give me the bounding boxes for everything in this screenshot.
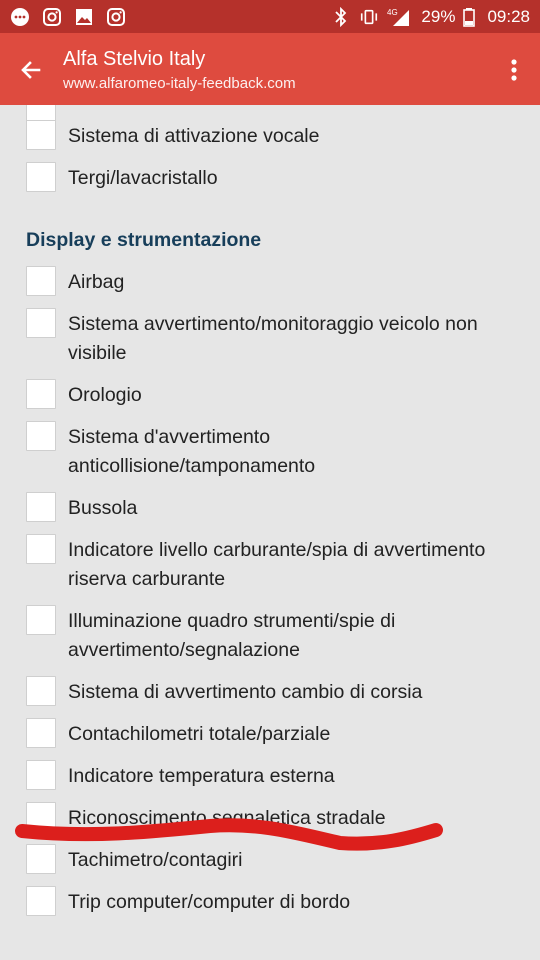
list-item-label: Riconoscimento segnaletica stradale	[68, 807, 386, 829]
list-item-label: Sistema di avvertimento cambio di corsia	[68, 681, 423, 703]
vibrate-icon	[359, 7, 379, 27]
checkbox[interactable]	[26, 760, 56, 790]
back-button[interactable]	[14, 53, 48, 87]
checkbox[interactable]	[26, 676, 56, 706]
feature-list: Sistema di attivazione vocale Tergi/lava…	[0, 105, 540, 960]
checkbox[interactable]	[26, 534, 56, 564]
list-item-label: Tergi/lavacristallo	[68, 167, 218, 189]
notification-icons	[10, 7, 126, 27]
list-item-label: Bussola	[68, 497, 138, 519]
battery-percent: 29%	[421, 6, 456, 26]
list-item-label: Sistema di attivazione vocale	[68, 125, 320, 147]
status-bar: 4G 29% 09:28	[0, 0, 540, 33]
checkbox[interactable]	[26, 844, 56, 874]
checkbox[interactable]	[26, 492, 56, 522]
list-item-label: Orologio	[68, 384, 142, 406]
checkbox[interactable]	[26, 605, 56, 635]
checkbox[interactable]	[26, 421, 56, 451]
list-item-label: Trip computer/computer di bordo	[68, 891, 351, 913]
signal-icon: 4G	[387, 7, 413, 27]
system-icons: 4G 29% 09:28	[331, 6, 530, 27]
instagram-icon	[42, 7, 62, 27]
checkbox[interactable]	[26, 162, 56, 192]
checkbox[interactable]	[26, 379, 56, 409]
checkbox[interactable]	[26, 308, 56, 338]
messenger-icon	[10, 7, 30, 27]
list-item-label: Indicatore livello carburante/spia di av…	[68, 539, 486, 590]
bluetooth-icon	[331, 6, 351, 27]
section-title: Display e strumentazione	[26, 229, 262, 251]
app-toolbar: Alfa Stelvio Italy www.alfaromeo-italy-f…	[0, 33, 540, 105]
page-title: Alfa Stelvio Italy	[63, 48, 206, 70]
battery-icon	[463, 7, 476, 27]
clock: 09:28	[487, 6, 530, 26]
checkbox[interactable]	[26, 120, 56, 150]
checkbox[interactable]	[26, 718, 56, 748]
page-url: www.alfaromeo-italy-feedback.com	[63, 75, 296, 92]
instagram-icon	[106, 7, 126, 27]
list-item-label: Airbag	[68, 271, 125, 293]
list-item-label: Sistema d'avvertimento anticollisione/ta…	[68, 426, 316, 477]
more-vert-icon	[511, 59, 517, 81]
checkbox[interactable]	[26, 802, 56, 832]
image-icon	[74, 7, 94, 27]
checkbox[interactable]	[26, 266, 56, 296]
list-item-label: Illuminazione quadro strumenti/spie di a…	[68, 610, 396, 661]
svg-text:4G: 4G	[387, 8, 398, 17]
list-item-label: Indicatore temperatura esterna	[68, 765, 335, 787]
overflow-menu-button[interactable]	[502, 53, 526, 87]
checkbox[interactable]	[26, 886, 56, 916]
list-item-label: Sistema avvertimento/monitoraggio veicol…	[68, 313, 478, 364]
list-item-label: Contachilometri totale/parziale	[68, 723, 331, 745]
list-item-label: Tachimetro/contagiri	[68, 849, 243, 871]
arrow-back-icon	[21, 61, 41, 79]
